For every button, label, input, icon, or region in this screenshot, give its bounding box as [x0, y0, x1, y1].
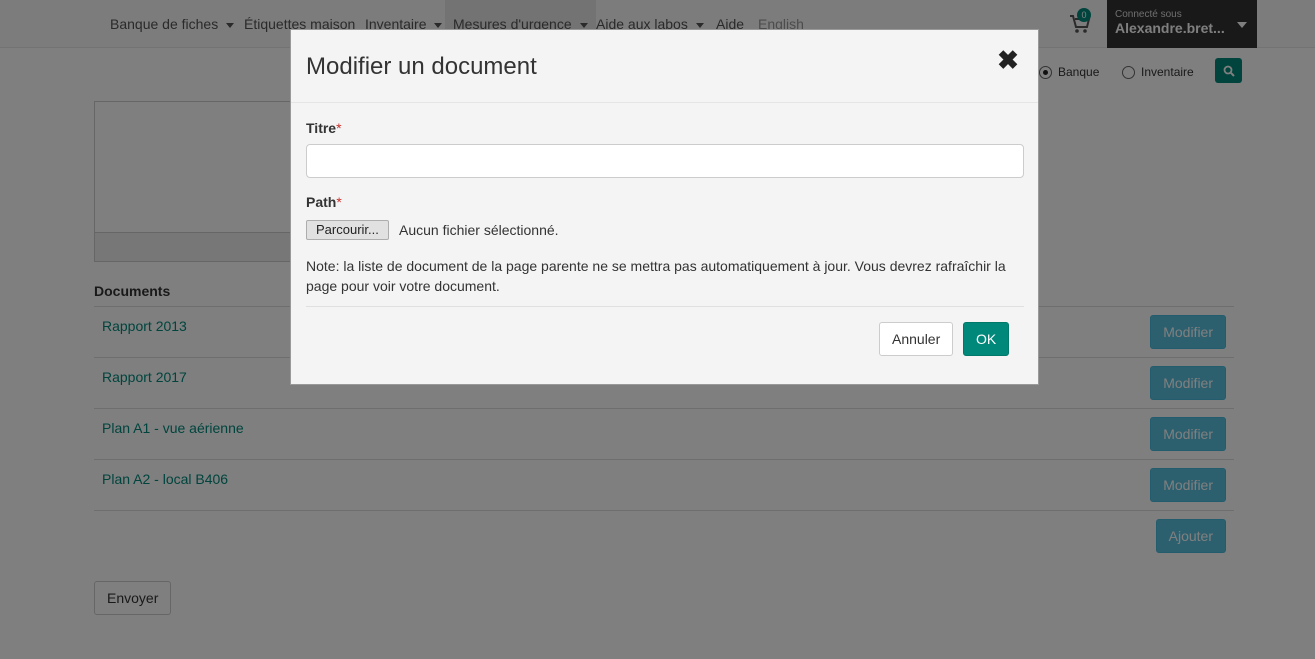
refresh-note: Note: la liste de document de la page pa… [306, 258, 1006, 294]
title-label-text: Titre [306, 120, 337, 136]
close-icon[interactable]: ✖ [997, 47, 1019, 73]
ok-button[interactable]: OK [963, 322, 1010, 356]
path-label-text: Path [306, 194, 337, 210]
required-marker: * [336, 194, 342, 210]
title-input[interactable] [306, 144, 1024, 178]
modal-header: Modifier un document ✖ [291, 30, 1038, 103]
file-status: Aucun fichier sélectionné. [399, 222, 559, 238]
required-marker: * [336, 120, 342, 136]
modal-title: Modifier un document [306, 53, 537, 80]
browse-file-button[interactable]: Parcourir... [306, 220, 389, 240]
cancel-button[interactable]: Annuler [879, 322, 954, 356]
edit-document-modal: Modifier un document ✖ Titre* Path* Parc… [290, 29, 1039, 385]
title-label: Titre* [306, 120, 342, 136]
footer-divider [306, 306, 1024, 307]
path-label: Path* [306, 194, 342, 210]
